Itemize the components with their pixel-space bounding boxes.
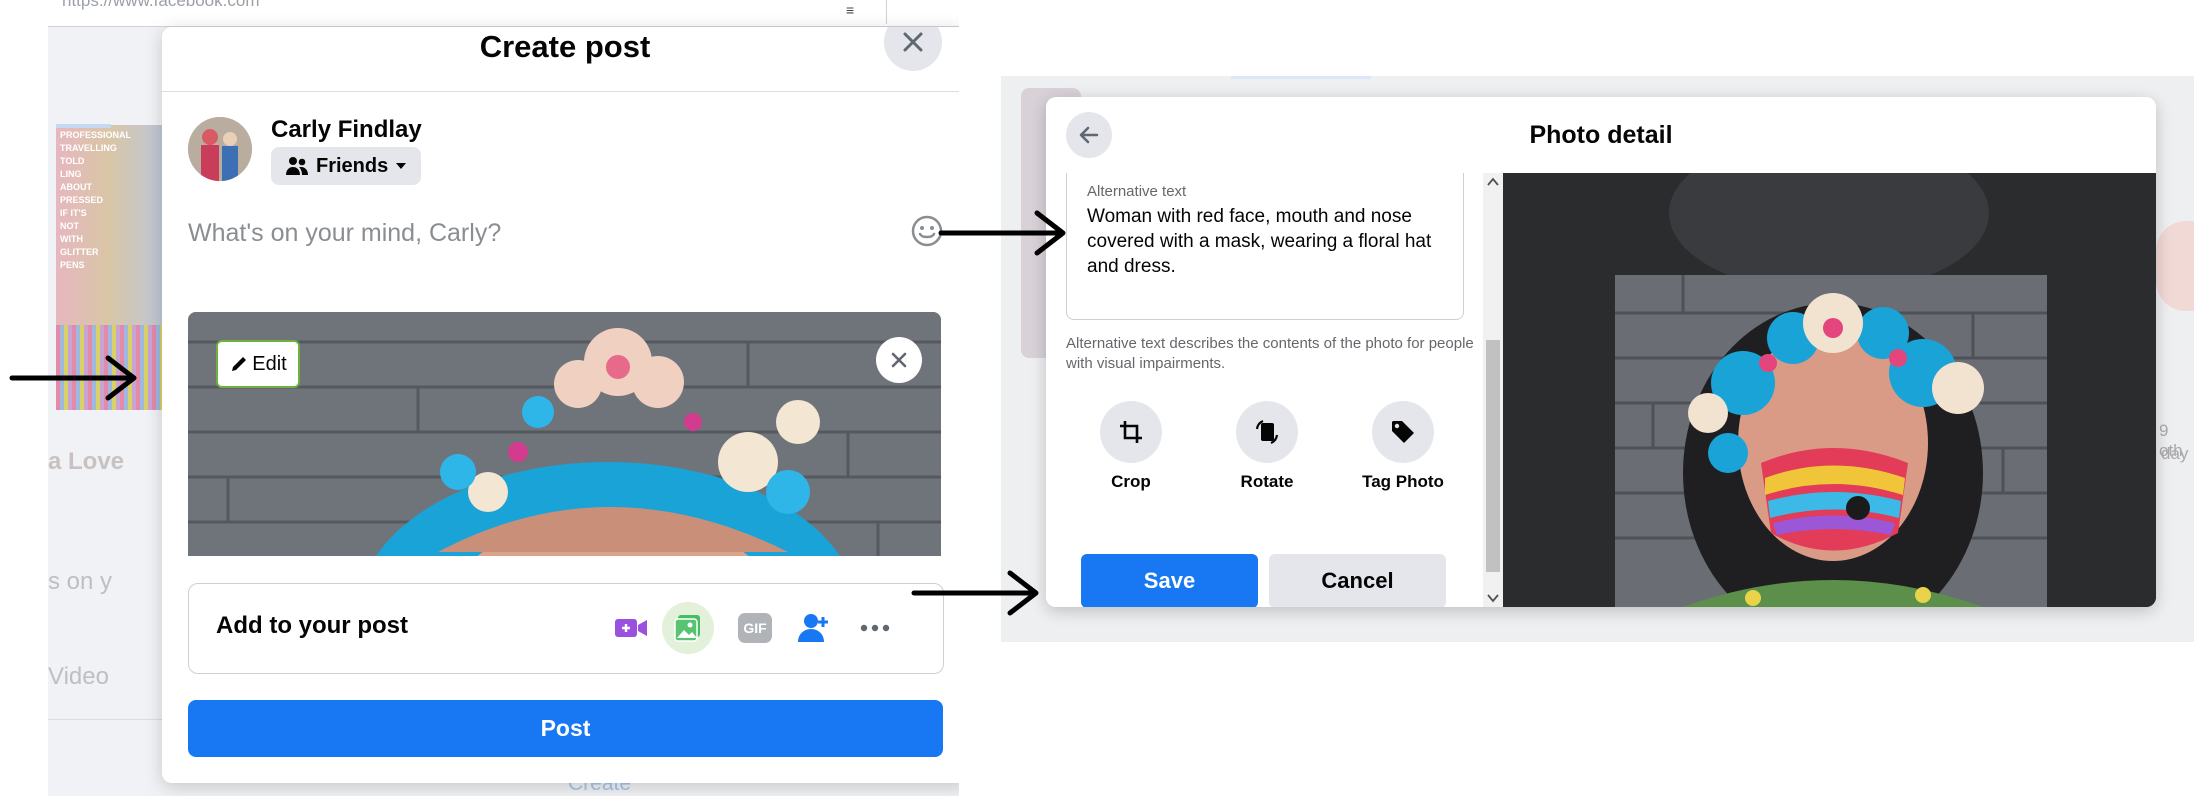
arrow-to-alt-text: [938, 210, 1066, 256]
arrow-to-save: [911, 570, 1039, 616]
annotation-arrows: [9, 210, 1066, 616]
arrow-to-edit: [9, 355, 137, 401]
